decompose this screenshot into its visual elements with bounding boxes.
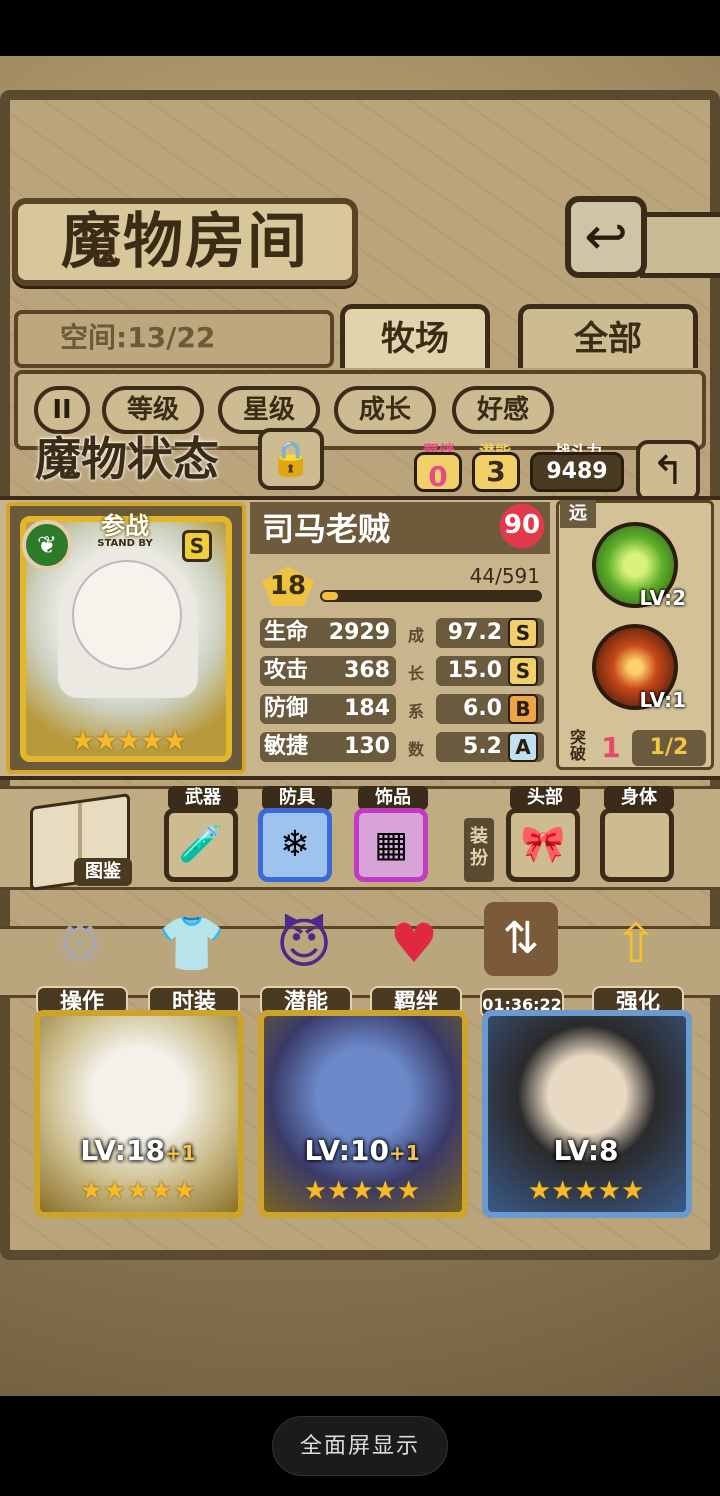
gear-icon[interactable]: ⚙	[38, 902, 122, 986]
monster-grade: S	[182, 530, 212, 562]
monster-card-level: LV:18+1	[80, 1134, 196, 1167]
potion-icon: 🧪	[178, 824, 224, 865]
affection-heart: 90	[494, 502, 550, 550]
status-back-button[interactable]: ↰	[636, 440, 700, 502]
ribbon-icon: 🎀	[520, 824, 566, 865]
back-button[interactable]: ↩	[565, 196, 647, 278]
rarity-stars: ★★★★★	[70, 724, 188, 757]
sort-affection-button[interactable]: 好感	[452, 386, 554, 434]
growth-value: 97.2	[447, 620, 502, 645]
pause-icon: II	[52, 395, 72, 425]
tab-all[interactable]: 全部	[518, 304, 698, 368]
return-icon: ↩	[584, 207, 628, 267]
growth-grade: B	[508, 694, 538, 724]
back-bar	[640, 212, 720, 278]
sort-order-button[interactable]: II	[34, 386, 90, 434]
fullscreen-button[interactable]: 全面屏显示	[272, 1416, 448, 1476]
exp-bar	[320, 590, 542, 602]
body-slot[interactable]	[600, 808, 674, 882]
stat-value: 2929	[328, 620, 390, 645]
weapon-slot[interactable]: 🧪	[164, 808, 238, 882]
power-value: 9489	[530, 452, 624, 492]
armor-slot[interactable]: ❄	[258, 808, 332, 882]
stat-name: 生命	[264, 620, 309, 645]
head-slot[interactable]: 🎀	[506, 808, 580, 882]
exp-text: 44/591	[469, 564, 540, 588]
page-title: 魔物房间	[61, 207, 309, 277]
monster-face	[72, 560, 182, 670]
growth-label-char: 系	[407, 702, 424, 721]
bond-value: 0	[414, 452, 462, 493]
leaf-element-icon: ❦	[22, 520, 72, 570]
skill-level: LV:2	[639, 586, 686, 610]
outfit-icon[interactable]: 👕	[150, 902, 234, 986]
upgrade-arrows-icon[interactable]: ⇧	[594, 902, 678, 986]
dress-label: 装扮	[464, 818, 494, 882]
sort-growth-button[interactable]: 成长	[334, 386, 436, 434]
lock-icon: 🔒	[269, 439, 313, 479]
breakthrough-value: 1	[601, 731, 621, 764]
rune-stone-icon: ▦	[373, 824, 408, 865]
codex-button-label[interactable]: 图鉴	[74, 858, 132, 886]
slot-label: 头部	[510, 786, 580, 810]
stat-name: 防御	[264, 696, 309, 721]
monster-card-level: LV:10+1	[304, 1134, 420, 1167]
monster-card-stars: ★★★★★	[79, 1176, 197, 1206]
monster-card-stars: ★★★★★	[303, 1176, 421, 1206]
slot-label: 防具	[262, 786, 332, 810]
slot-label: 武器	[168, 786, 238, 810]
growth-grade: S	[508, 656, 538, 686]
crystal-icon: ❄	[279, 824, 311, 865]
potential-value: 3	[472, 452, 520, 492]
sort-level-button[interactable]: 等级	[102, 386, 204, 434]
range-tag: 远	[560, 500, 596, 528]
growth-grade: S	[508, 618, 538, 648]
growth-value: 5.2	[463, 734, 502, 759]
slot-label: 饰品	[358, 786, 428, 810]
status-bar	[0, 0, 720, 56]
monster-card-stars: ★★★★★	[527, 1176, 645, 1206]
stat-value: 184	[344, 696, 390, 721]
skill-level: LV:1	[639, 688, 686, 712]
stat-value: 130	[344, 734, 390, 759]
slot-label: 身体	[604, 786, 674, 810]
growth-label-char: 数	[407, 740, 424, 759]
monster-name: 司马老贼	[262, 510, 391, 548]
breakthrough-label: 突破	[569, 728, 586, 763]
growth-value: 6.0	[463, 696, 502, 721]
exp-bar-fill	[322, 592, 339, 600]
status-title: 魔物状态	[35, 432, 219, 486]
tab-ranch[interactable]: 牧场	[340, 304, 490, 368]
demon-icon[interactable]: 😈	[262, 902, 346, 986]
growth-grade: A	[508, 732, 538, 762]
sort-star-button[interactable]: 星级	[218, 386, 320, 434]
lock-button[interactable]: 🔒	[258, 428, 324, 490]
breakthrough-fraction: 1/2	[632, 730, 706, 766]
space-counter: 空间:13/22	[60, 321, 216, 354]
growth-label-char: 长	[407, 664, 424, 683]
stat-name: 攻击	[264, 658, 309, 683]
growth-value: 15.0	[447, 658, 502, 683]
stat-value: 368	[344, 658, 390, 683]
monster-card-level: LV:8	[553, 1134, 619, 1167]
standby-sub: STAND BY	[97, 538, 153, 549]
accessory-slot[interactable]: ▦	[354, 808, 428, 882]
growth-label-char: 成	[407, 626, 424, 645]
hearts-icon[interactable]: ♥	[372, 902, 456, 986]
return-icon: ↰	[651, 448, 685, 494]
stat-name: 敏捷	[264, 734, 309, 759]
swap-icon[interactable]: ⇅	[484, 902, 558, 976]
